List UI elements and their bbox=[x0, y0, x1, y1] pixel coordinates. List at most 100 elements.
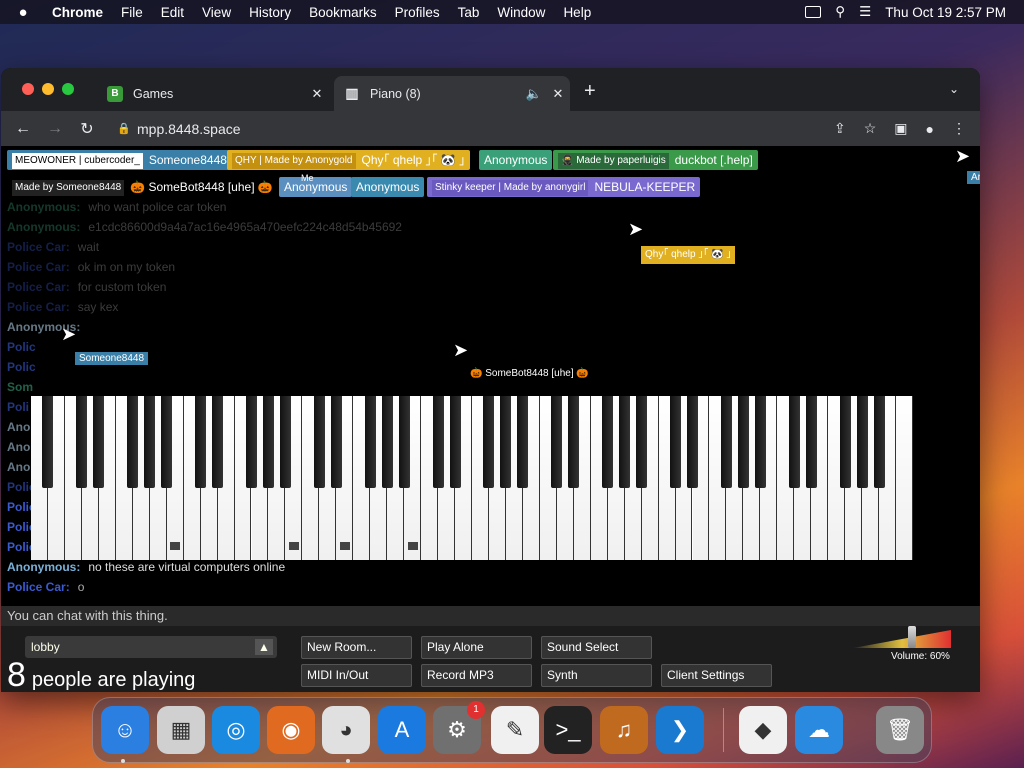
black-key[interactable] bbox=[330, 396, 342, 488]
system-settings-icon[interactable]: ⚙ 1 bbox=[433, 701, 485, 754]
black-key[interactable] bbox=[856, 396, 868, 488]
terminal-icon[interactable]: >_ bbox=[544, 706, 592, 754]
tab-search-chevron-icon[interactable]: ⌄ bbox=[949, 82, 959, 96]
trash-icon[interactable]: 🗑 bbox=[876, 706, 924, 754]
close-tab-icon[interactable]: ✕ bbox=[305, 86, 329, 102]
black-key[interactable] bbox=[720, 396, 732, 488]
black-key[interactable] bbox=[262, 396, 274, 488]
midi-button[interactable]: MIDI In/Out bbox=[301, 664, 412, 687]
black-key[interactable] bbox=[313, 396, 325, 488]
volume-slider[interactable]: Volume: 60% bbox=[853, 626, 951, 668]
menu-bookmarks[interactable]: Bookmarks bbox=[300, 5, 386, 20]
black-key[interactable] bbox=[381, 396, 393, 488]
black-key[interactable] bbox=[127, 396, 139, 488]
back-button[interactable]: ← bbox=[7, 120, 39, 138]
play-alone-button[interactable]: Play Alone bbox=[421, 636, 532, 659]
player-chip[interactable]: Stinky keeper | Made by anonygirl NEBULA-… bbox=[427, 177, 701, 197]
black-key[interactable] bbox=[551, 396, 563, 488]
chrome-icon[interactable]: ◕ bbox=[322, 706, 370, 754]
black-key[interactable] bbox=[619, 396, 631, 488]
menu-app-name[interactable]: Chrome bbox=[46, 5, 112, 20]
player-chip[interactable]: 🥷 Made by paperluigis duckbot [.help] bbox=[553, 150, 758, 170]
bookmark-star-icon[interactable]: ☆ bbox=[864, 120, 877, 137]
black-key[interactable] bbox=[500, 396, 512, 488]
firefox-icon[interactable]: ◉ bbox=[267, 706, 315, 754]
address-bar[interactable]: 🔒 mpp.8448.space bbox=[111, 115, 811, 143]
garageband-icon[interactable]: ♫ bbox=[600, 706, 648, 754]
black-key[interactable] bbox=[432, 396, 444, 488]
sound-select-button[interactable]: Sound Select bbox=[541, 636, 652, 659]
black-key[interactable] bbox=[161, 396, 173, 488]
black-key[interactable] bbox=[568, 396, 580, 488]
player-chip[interactable]: MEOWONER | cubercoder_ Someone8448 bbox=[7, 150, 232, 170]
menu-edit[interactable]: Edit bbox=[152, 5, 193, 20]
white-key[interactable] bbox=[896, 396, 913, 560]
black-key[interactable] bbox=[636, 396, 648, 488]
volume-knob[interactable] bbox=[907, 626, 916, 648]
black-key[interactable] bbox=[873, 396, 885, 488]
black-key[interactable] bbox=[42, 396, 54, 488]
url-text[interactable]: mpp.8448.space bbox=[137, 121, 241, 137]
menu-tab[interactable]: Tab bbox=[449, 5, 489, 20]
menu-clock[interactable]: Thu Oct 19 2:57 PM bbox=[885, 5, 1006, 20]
black-key[interactable] bbox=[483, 396, 495, 488]
spotlight-search-icon[interactable]: ⚲ bbox=[835, 4, 845, 20]
black-key[interactable] bbox=[449, 396, 461, 488]
black-key[interactable] bbox=[754, 396, 766, 488]
menu-help[interactable]: Help bbox=[554, 5, 600, 20]
control-center-icon[interactable]: ☰ bbox=[859, 4, 871, 20]
black-key[interactable] bbox=[670, 396, 682, 488]
black-key[interactable] bbox=[737, 396, 749, 488]
black-key[interactable] bbox=[212, 396, 224, 488]
black-key[interactable] bbox=[246, 396, 257, 488]
player-chip[interactable]: Anonymous bbox=[351, 177, 425, 197]
menu-history[interactable]: History bbox=[240, 5, 300, 20]
finder-icon[interactable]: ☺ bbox=[101, 706, 149, 754]
visual-studio-icon[interactable]: ◆ bbox=[739, 706, 787, 754]
profile-icon[interactable]: ● bbox=[926, 121, 934, 137]
black-key[interactable] bbox=[839, 396, 851, 488]
menu-file[interactable]: File bbox=[112, 5, 152, 20]
black-key[interactable] bbox=[93, 396, 105, 488]
new-room-button[interactable]: New Room... bbox=[301, 636, 412, 659]
player-chip[interactable]: Anonymous Me bbox=[279, 173, 353, 197]
lock-icon[interactable]: 🔒 bbox=[111, 122, 137, 135]
piano-keyboard[interactable] bbox=[31, 396, 913, 560]
new-tab-button[interactable]: + bbox=[584, 80, 596, 103]
forward-button[interactable]: → bbox=[39, 120, 71, 138]
black-key[interactable] bbox=[687, 396, 698, 488]
menu-view[interactable]: View bbox=[193, 5, 240, 20]
apple-menu-icon[interactable]: ● bbox=[0, 4, 46, 21]
share-icon[interactable]: ⇪ bbox=[834, 120, 846, 137]
side-panel-icon[interactable]: ▣ bbox=[894, 120, 907, 137]
textedit-icon[interactable]: ✎ bbox=[491, 706, 539, 754]
black-key[interactable] bbox=[398, 396, 410, 488]
player-chip[interactable]: Made by Someone8448 🎃 SomeBot8448 [uhe] 🎃 bbox=[7, 177, 278, 197]
safari-icon[interactable]: ◎ bbox=[212, 706, 260, 754]
weather-icon[interactable]: ☁ bbox=[795, 706, 843, 754]
chat-input[interactable]: You can chat with this thing. bbox=[1, 606, 980, 626]
client-settings-button[interactable]: Client Settings bbox=[661, 664, 772, 687]
tab-games[interactable]: B Games ✕ bbox=[97, 76, 329, 111]
player-chip[interactable]: QHY | Made by Anonygold Qhy｢ qhelp ｣｢ 🐼 ｣ bbox=[227, 150, 471, 170]
synth-button[interactable]: Synth bbox=[541, 664, 652, 687]
tab-piano[interactable]: ▥ Piano (8) 🔈 ✕ bbox=[334, 76, 570, 111]
minimize-window-button[interactable] bbox=[42, 83, 54, 95]
menu-profiles[interactable]: Profiles bbox=[386, 5, 449, 20]
black-key[interactable] bbox=[788, 396, 800, 488]
close-window-button[interactable] bbox=[22, 83, 34, 95]
black-key[interactable] bbox=[76, 396, 88, 488]
black-key[interactable] bbox=[805, 396, 817, 488]
room-select[interactable]: lobby ▲ bbox=[25, 636, 277, 658]
maximize-window-button[interactable] bbox=[62, 83, 74, 95]
speaker-icon[interactable]: 🔈 bbox=[522, 86, 546, 102]
more-menu-icon[interactable]: ⋮ bbox=[952, 120, 966, 137]
black-key[interactable] bbox=[517, 396, 529, 488]
black-key[interactable] bbox=[144, 396, 156, 488]
triangle-up-icon[interactable]: ▲ bbox=[255, 639, 273, 655]
black-key[interactable] bbox=[602, 396, 614, 488]
black-key[interactable] bbox=[364, 396, 376, 488]
screen-mirroring-icon[interactable] bbox=[805, 6, 822, 18]
record-mp3-button[interactable]: Record MP3 bbox=[421, 664, 532, 687]
player-chip[interactable]: Anonymous bbox=[479, 150, 553, 170]
